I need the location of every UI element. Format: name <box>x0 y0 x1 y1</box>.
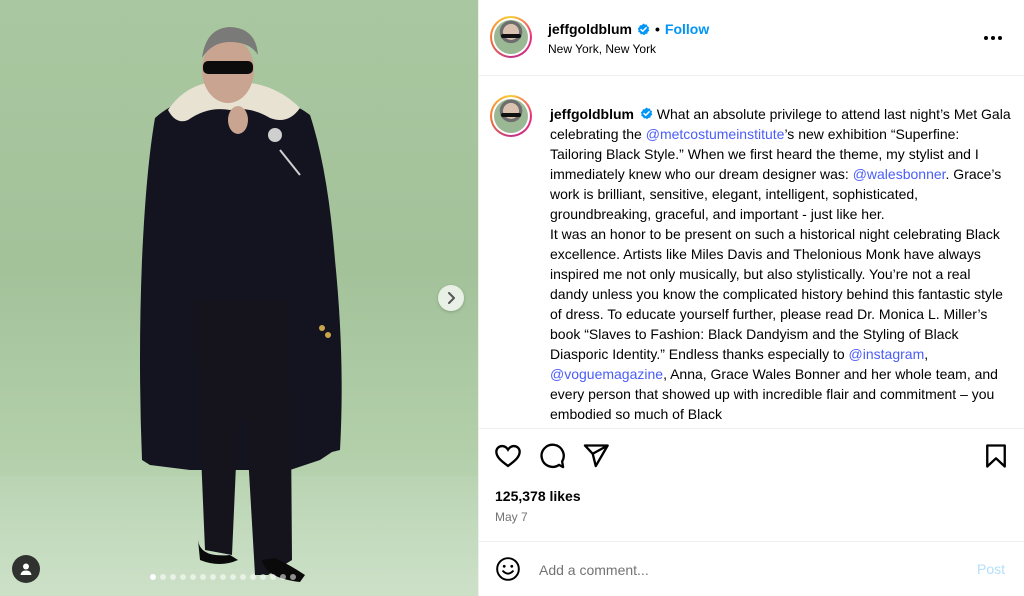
follow-button[interactable]: Follow <box>665 21 709 37</box>
post-location[interactable]: New York, New York <box>548 42 656 56</box>
carousel-dot <box>240 574 246 580</box>
author-avatar[interactable] <box>490 16 532 58</box>
more-dot-icon <box>998 36 1002 40</box>
share-icon[interactable] <box>582 442 610 470</box>
caption-username[interactable]: jeffgoldblum <box>550 106 634 122</box>
comment-bar: Post <box>479 541 1024 596</box>
heart-icon[interactable] <box>494 442 522 470</box>
carousel-dot <box>290 574 296 580</box>
carousel-dot <box>170 574 176 580</box>
author-username[interactable]: jeffgoldblum <box>548 21 632 37</box>
photo-figure <box>140 27 342 582</box>
likes-count[interactable]: 125,378 likes <box>495 488 581 504</box>
carousel-dot <box>220 574 226 580</box>
emoji-icon[interactable] <box>495 556 521 582</box>
chevron-right-icon <box>448 292 455 304</box>
post-date[interactable]: May 7 <box>495 510 528 524</box>
carousel-dot <box>250 574 256 580</box>
carousel-dot <box>190 574 196 580</box>
mention-link[interactable]: @voguemagazine <box>550 366 663 382</box>
separator-dot: • <box>655 21 660 37</box>
verified-badge-icon <box>637 22 650 35</box>
more-dot-icon <box>984 36 988 40</box>
carousel-dot <box>280 574 286 580</box>
carousel-dot <box>180 574 186 580</box>
verified-badge-icon <box>640 107 653 120</box>
mention-link[interactable]: @instagram <box>849 346 925 362</box>
more-options-button[interactable] <box>984 28 1006 48</box>
carousel-dot <box>200 574 206 580</box>
carousel-dot <box>160 574 166 580</box>
caption-segment: , <box>924 346 929 362</box>
next-slide-button[interactable] <box>438 285 464 311</box>
user-icon <box>20 563 32 575</box>
bookmark-icon[interactable] <box>982 442 1010 470</box>
comment-icon[interactable] <box>538 442 566 470</box>
mention-link[interactable]: @walesbonner <box>853 166 946 182</box>
post-actions <box>479 428 1024 482</box>
post-header: jeffgoldblum • Follow New York, New York <box>479 0 1024 76</box>
author-line: jeffgoldblum • Follow <box>548 21 709 37</box>
post-comment-button[interactable]: Post <box>977 561 1005 577</box>
carousel-dot <box>260 574 266 580</box>
caption-segment: It was an honor to be present on such a … <box>550 226 1003 362</box>
carousel-dot <box>210 574 216 580</box>
more-dot-icon <box>991 36 995 40</box>
carousel-dots <box>150 574 296 580</box>
caption-area: jeffgoldblum What an absolute privilege … <box>479 77 1024 427</box>
carousel-dot <box>270 574 276 580</box>
tagged-users-button[interactable] <box>12 555 40 583</box>
post-photo[interactable] <box>0 0 478 596</box>
caption-text: jeffgoldblum What an absolute privilege … <box>550 104 1012 424</box>
caption-avatar[interactable] <box>490 95 532 137</box>
post-detail-panel: jeffgoldblum • Follow New York, New York… <box>478 0 1024 596</box>
carousel-dot <box>150 574 156 580</box>
mention-link[interactable]: @metcostumeinstitute <box>646 126 785 142</box>
comment-input[interactable] <box>539 559 939 581</box>
carousel-dot <box>230 574 236 580</box>
